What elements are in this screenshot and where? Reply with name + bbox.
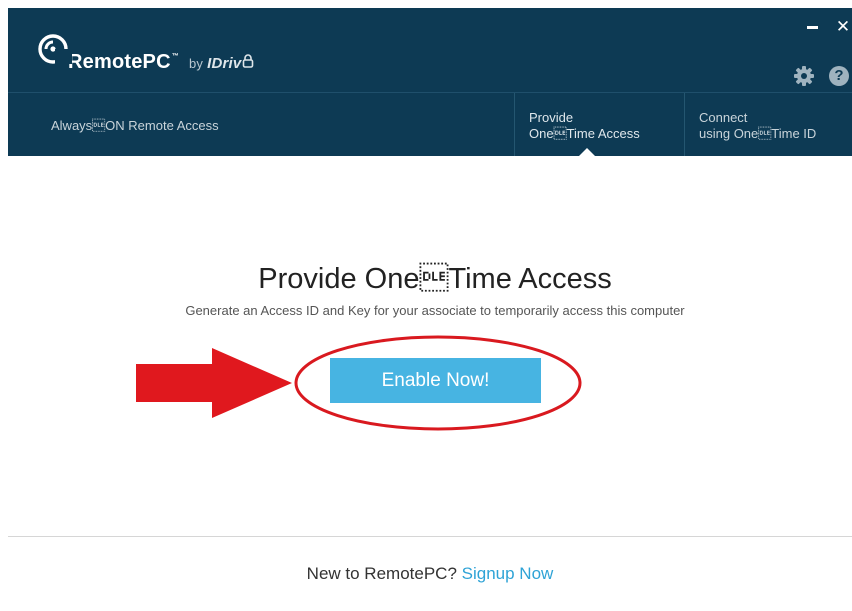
red-arrow-annotation	[136, 348, 292, 418]
nav-bar: AlwaysON Remote Access Provide OneTime…	[8, 92, 852, 156]
app-logo: RemotePC™ by IDriv	[38, 30, 254, 74]
tab-label: Connect using OneTime ID	[699, 110, 817, 141]
settings-button[interactable]	[793, 65, 815, 87]
signup-link[interactable]: Signup Now	[462, 564, 554, 583]
page-subtitle: Generate an Access ID and Key for your a…	[185, 303, 685, 318]
remotepc-window: RemotePC™ by IDriv ✕ ? AlwaysON Remote Ac…	[0, 0, 852, 611]
tab-connect-one-time-id[interactable]: Connect using OneTime ID	[684, 93, 852, 156]
help-button[interactable]: ?	[829, 66, 849, 86]
close-button[interactable]: ✕	[834, 18, 852, 36]
signup-prompt: New to RemotePC?	[306, 564, 457, 583]
footer-divider	[8, 536, 852, 537]
title-bar: RemotePC™ by IDriv ✕ ?	[8, 8, 852, 92]
tab-always-on-remote-access[interactable]: AlwaysON Remote Access	[8, 93, 514, 156]
tab-provide-one-time-access[interactable]: Provide OneTime Access	[514, 93, 684, 156]
brand-name: IDriv	[207, 55, 242, 72]
tab-label: Provide OneTime Access	[529, 110, 640, 141]
by-label: by	[188, 56, 204, 71]
gear-icon	[794, 66, 814, 86]
app-name: RemotePC™ by IDriv	[68, 51, 254, 74]
active-tab-indicator	[578, 148, 596, 157]
idrive-lock-icon	[243, 54, 254, 68]
red-circle-annotation	[294, 335, 582, 431]
minimize-button[interactable]	[804, 18, 822, 34]
footer: New to RemotePC? Signup Now	[0, 564, 852, 584]
page-title: Provide OneTime Access	[258, 263, 612, 295]
tab-label: AlwaysON Remote Access	[51, 118, 219, 133]
remotepc-logo-icon	[38, 34, 72, 64]
